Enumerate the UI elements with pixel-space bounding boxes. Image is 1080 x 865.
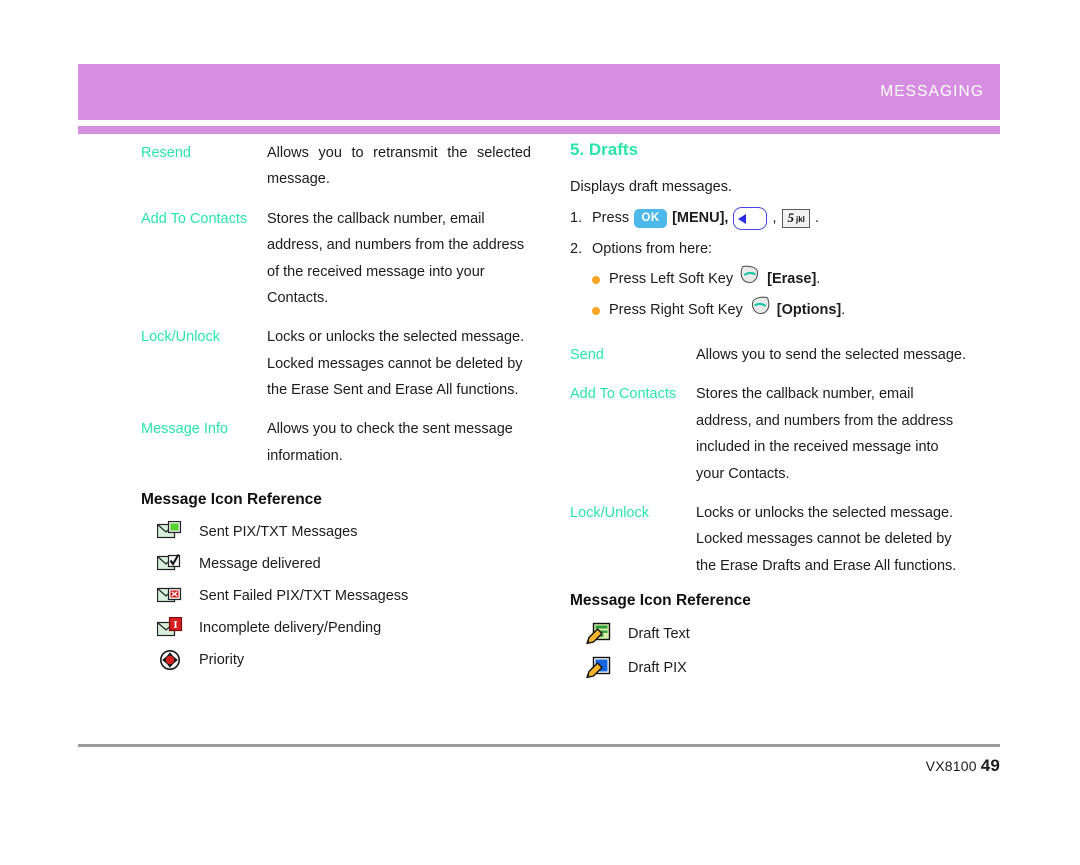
definition-row: Lock/Unlock Locks or unlocks the selecte… xyxy=(570,500,970,579)
icon-reference-label: Priority xyxy=(199,652,245,669)
bullet-text: Press Left Soft Key xyxy=(609,270,734,287)
sent-pix-txt-icon xyxy=(141,521,199,543)
icon-reference-label: Incomplete delivery/Pending xyxy=(199,620,382,637)
definition-description: Locks or unlocks the selected message. L… xyxy=(696,504,957,574)
icon-reference-label: Draft Text xyxy=(628,626,690,642)
priority-icon xyxy=(141,649,199,671)
bullet-bracket-label: [Options] xyxy=(776,302,842,319)
icon-reference-heading: Message Icon Reference xyxy=(141,491,322,509)
step-comma: , xyxy=(772,210,777,227)
definition-row: Resend Allows you to retransmit the sele… xyxy=(141,140,531,193)
icon-reference-label: Sent PIX/TXT Messages xyxy=(199,524,358,541)
definition-term: Add To Contacts xyxy=(570,386,677,403)
svg-text:I: I xyxy=(173,619,177,631)
definition-description: Stores the callback number, email addres… xyxy=(696,386,954,482)
bullet-left-soft-key: Press Left Soft Key [Erase] . xyxy=(592,265,970,295)
icon-reference-item: Message delivered xyxy=(141,553,531,575)
page-title: MESSAGING xyxy=(880,83,984,100)
definition-row: Add To Contacts Stores the callback numb… xyxy=(570,381,970,487)
bullet-right-soft-key: Press Right Soft Key [Options] . xyxy=(592,296,970,326)
header-accent-rule xyxy=(78,126,1000,134)
bullet-dot-icon xyxy=(592,307,600,316)
incomplete-delivery-icon: I xyxy=(141,617,199,639)
bullet-bracket-label: [Erase] xyxy=(767,270,817,287)
definition-description: Locks or unlocks the selected message. L… xyxy=(267,329,525,398)
definition-row: Add To Contacts Stores the callback numb… xyxy=(141,206,531,312)
step-number: 2. xyxy=(570,240,583,257)
definition-description: Stores the callback number, email addres… xyxy=(267,210,525,306)
icon-reference-item: Sent PIX/TXT Messages xyxy=(141,521,531,543)
definition-term: Resend xyxy=(141,145,191,161)
ok-key-icon: OK xyxy=(634,209,668,228)
number-5-key-icon: 5 jkl xyxy=(781,209,810,228)
definition-term: Lock/Unlock xyxy=(570,504,649,521)
step-2: 2. Options from here: xyxy=(570,235,970,263)
definition-description: Allows you to check the sent message inf… xyxy=(267,421,513,464)
definition-term: Send xyxy=(570,347,604,363)
definition-term: Lock/Unlock xyxy=(141,329,220,346)
icon-reference-item: Sent Failed PIX/TXT Messagess xyxy=(141,585,531,607)
message-delivered-icon xyxy=(141,553,199,575)
footer-rule xyxy=(78,744,1000,747)
definition-term: Message Info xyxy=(141,421,229,438)
draft-text-icon xyxy=(570,622,628,646)
icon-reference-heading: Message Icon Reference xyxy=(570,592,751,609)
left-column: Resend Allows you to retransmit the sele… xyxy=(141,140,531,681)
icon-reference-item: Draft Text xyxy=(570,622,970,646)
footer: VX8100 49 xyxy=(926,756,1000,776)
left-soft-key-icon xyxy=(739,265,761,295)
step-number: 1. xyxy=(570,210,583,227)
key-digit: 5 xyxy=(787,210,795,226)
section-intro: Displays draft messages. xyxy=(570,179,732,195)
sent-failed-icon xyxy=(141,585,199,607)
definition-description: Allows you to retransmit the selected me… xyxy=(267,145,531,188)
step-1: 1. Press OK [MENU], , 5 jkl . xyxy=(570,204,970,232)
page-number: 49 xyxy=(980,756,1000,775)
step-text: Options from here: xyxy=(592,240,713,257)
icon-reference-item: Priority xyxy=(141,649,531,671)
manual-page: MESSAGING Resend Allows you to retransmi… xyxy=(0,0,1080,865)
bullet-dot-icon xyxy=(592,275,600,284)
definition-row: Message Info Allows you to check the sen… xyxy=(141,416,531,469)
bullet-text: Press Right Soft Key xyxy=(609,302,743,319)
menu-label: [MENU], xyxy=(672,210,729,227)
icon-reference-label: Sent Failed PIX/TXT Messagess xyxy=(199,588,409,605)
definition-description: Allows you to send the selected message. xyxy=(696,347,967,363)
step-prefix: Press xyxy=(592,210,630,227)
definition-row: Send Allows you to send the selected mes… xyxy=(570,342,970,368)
definition-term: Add To Contacts xyxy=(141,210,248,227)
definition-row: Lock/Unlock Locks or unlocks the selecte… xyxy=(141,324,531,403)
draft-pix-icon xyxy=(570,656,628,680)
icon-reference-item: I Incomplete delivery/Pending xyxy=(141,617,531,639)
icon-reference-label: Draft PIX xyxy=(628,660,687,676)
right-soft-key-icon xyxy=(749,296,771,326)
bullet-tail: . xyxy=(816,270,821,287)
nav-left-key-icon xyxy=(733,207,768,230)
page-header-bar: MESSAGING xyxy=(78,64,1000,120)
right-column: 5. Drafts Displays draft messages. 1. Pr… xyxy=(570,140,970,690)
step-period: . xyxy=(814,210,819,227)
icon-reference-label: Message delivered xyxy=(199,556,321,573)
icon-reference-item: Draft PIX xyxy=(570,656,970,680)
key-letters: jkl xyxy=(796,215,805,225)
section-title-drafts: 5. Drafts xyxy=(570,140,639,159)
bullet-tail: . xyxy=(841,302,846,319)
footer-model: VX8100 xyxy=(925,758,977,774)
